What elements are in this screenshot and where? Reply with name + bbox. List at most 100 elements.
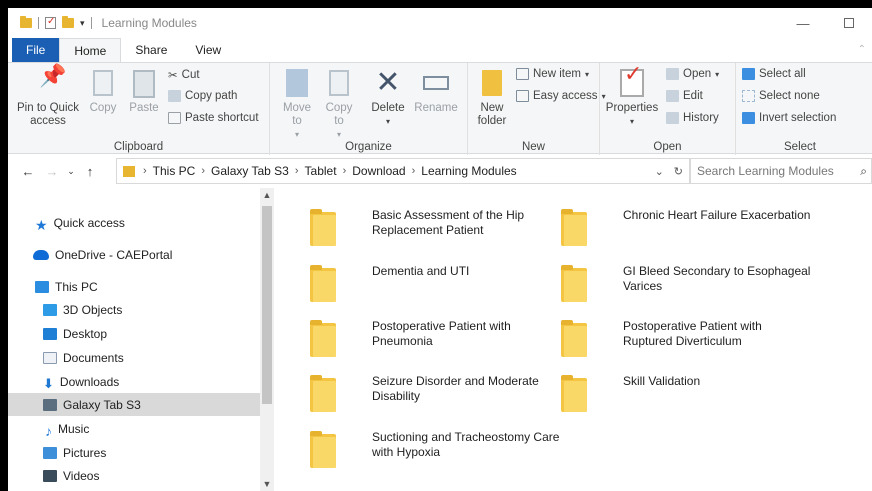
paste-button[interactable]: Paste <box>126 67 162 115</box>
history-button[interactable]: History <box>666 112 719 124</box>
expand-ribbon-icon[interactable]: ⌃ <box>858 44 866 55</box>
open-group: Properties ▾ Open ▾ Edit History Open <box>600 63 736 155</box>
tab-file[interactable]: File <box>12 38 60 62</box>
sidebar-item-onedrive[interactable]: OneDrive - CAEPortal <box>8 243 260 266</box>
back-button[interactable]: ← <box>16 164 40 179</box>
search-box[interactable]: Search Learning Modules ⌕ <box>690 158 872 184</box>
address-history-icon[interactable]: ⌄ <box>655 165 664 178</box>
select-group: Select all Select none Invert selection … <box>736 63 864 155</box>
forward-button[interactable]: → <box>40 164 64 179</box>
sidebar-item-desktop[interactable]: Desktop <box>8 322 260 345</box>
breadcrumb-this-pc[interactable]: This PC <box>153 164 196 178</box>
customize-toolbar-icon[interactable]: ▾ <box>80 18 85 29</box>
sidebar-item-galaxy-tab[interactable]: Galaxy Tab S3 <box>8 393 260 416</box>
scrollbar-thumb[interactable] <box>262 206 272 404</box>
folder-item[interactable]: Postoperative Patient with Ruptured Dive… <box>561 317 811 367</box>
copy-path-button[interactable]: Copy path <box>168 90 237 102</box>
copy-to-button[interactable]: Copy to ▾ <box>322 67 356 141</box>
rename-icon <box>421 67 451 99</box>
copy-to-label: Copy to <box>325 102 353 127</box>
maximize-button[interactable] <box>826 8 872 38</box>
new-group: New folder New item ▾ Easy access ▾ New <box>468 63 606 155</box>
delete-button[interactable]: ✕ Delete ▾ <box>368 67 408 128</box>
sidebar-item-3d-objects[interactable]: 3D Objects <box>8 298 260 321</box>
easy-access-icon <box>516 90 529 102</box>
invert-selection-label: Invert selection <box>759 112 837 124</box>
navigation-scrollbar[interactable]: ▲ ▼ <box>260 188 274 491</box>
recent-locations-icon[interactable]: ⌄ <box>64 166 78 177</box>
breadcrumb-galaxy-tab[interactable]: Galaxy Tab S3 <box>211 164 289 178</box>
new-item-button[interactable]: New item ▾ <box>516 68 589 80</box>
folder-item[interactable]: Basic Assessment of the Hip Replacement … <box>310 206 560 256</box>
folder-icon <box>310 431 336 468</box>
properties-button[interactable]: Properties ▾ <box>604 67 660 128</box>
folder-icon <box>20 16 32 28</box>
sidebar-item-quick-access[interactable]: ★ Quick access <box>8 211 260 234</box>
documents-icon <box>43 351 57 364</box>
pin-icon: 📌 <box>39 63 67 88</box>
search-placeholder: Search Learning Modules <box>697 164 834 178</box>
select-all-icon <box>742 68 755 80</box>
rename-button[interactable]: Rename <box>414 67 458 115</box>
chevron-down-icon: ▾ <box>294 130 299 139</box>
folder-item[interactable]: Chronic Heart Failure Exacerbation <box>561 206 811 256</box>
folder-item[interactable]: GI Bleed Secondary to Esophageal Varices <box>561 262 811 312</box>
new-folder-icon[interactable] <box>62 16 74 28</box>
sidebar-item-documents[interactable]: Documents <box>8 346 260 369</box>
scroll-up-icon[interactable]: ▲ <box>260 190 274 200</box>
select-all-button[interactable]: Select all <box>742 68 806 80</box>
folder-name: Dementia and UTI <box>372 264 470 278</box>
cut-button[interactable]: ✂ Cut <box>168 68 200 82</box>
rename-label: Rename <box>414 102 458 114</box>
breadcrumb-tablet[interactable]: Tablet <box>305 164 337 178</box>
download-icon: ⬇ <box>43 375 54 391</box>
up-button[interactable]: ↑ <box>78 164 102 179</box>
pin-to-quick-access-button[interactable]: 📌 Pin to Quick access <box>14 63 82 128</box>
copy-label: Copy <box>89 102 117 114</box>
open-button[interactable]: Open ▾ <box>666 68 719 80</box>
invert-selection-button[interactable]: Invert selection <box>742 112 836 124</box>
search-icon[interactable]: ⌕ <box>860 164 867 179</box>
folder-item[interactable]: Seizure Disorder and Moderate Disability <box>310 372 560 422</box>
edit-icon <box>666 90 679 102</box>
breadcrumb-download[interactable]: Download <box>352 164 405 178</box>
folder-item[interactable]: Suctioning and Tracheostomy Care with Hy… <box>310 428 560 478</box>
tab-share[interactable]: Share <box>121 38 181 62</box>
easy-access-button[interactable]: Easy access ▾ <box>516 90 606 102</box>
sidebar-item-videos[interactable]: Videos <box>8 464 260 487</box>
navigation-bar: ← → ⌄ ↑ › This PC › Galaxy Tab S3 › Tabl… <box>8 158 872 184</box>
edit-button[interactable]: Edit <box>666 90 703 102</box>
move-to-button[interactable]: Move to ▾ <box>280 67 314 141</box>
folder-item[interactable]: Postoperative Patient with Pneumonia <box>310 317 560 367</box>
properties-label: Properties <box>605 102 659 114</box>
scroll-down-icon[interactable]: ▼ <box>260 479 274 489</box>
folder-item[interactable]: Skill Validation <box>561 372 811 422</box>
new-folder-label: New folder <box>477 102 507 127</box>
properties-icon[interactable] <box>45 16 56 29</box>
window-controls: — <box>780 8 872 38</box>
tab-home[interactable]: Home <box>59 38 122 62</box>
select-none-button[interactable]: Select none <box>742 90 820 102</box>
sidebar-item-this-pc[interactable]: This PC <box>8 275 260 298</box>
folder-icon <box>561 320 587 357</box>
chevron-right-icon: › <box>201 165 206 177</box>
chevron-down-icon: ▾ <box>715 69 720 79</box>
refresh-icon[interactable]: ↻ <box>674 165 683 178</box>
breadcrumb-learning-modules[interactable]: Learning Modules <box>421 164 516 178</box>
paste-shortcut-button[interactable]: Paste shortcut <box>168 112 259 124</box>
sidebar-item-music[interactable]: ♪ Music <box>8 417 260 440</box>
folder-name: Seizure Disorder and Moderate Disability <box>372 374 539 403</box>
folder-name: Skill Validation <box>623 374 701 388</box>
sidebar-item-pictures[interactable]: Pictures <box>8 441 260 464</box>
folder-item[interactable]: Dementia and UTI <box>310 262 560 312</box>
organize-group-label: Organize <box>345 141 392 153</box>
new-folder-button[interactable]: New folder <box>472 67 512 128</box>
copy-button[interactable]: Copy <box>86 67 120 115</box>
sidebar-item-label: 3D Objects <box>63 302 123 317</box>
file-explorer-window: ▾ Learning Modules — File Home Share Vie… <box>8 8 872 491</box>
sidebar-item-downloads[interactable]: ⬇ Downloads <box>8 370 260 393</box>
chevron-down-icon: ▾ <box>629 117 634 126</box>
tab-view[interactable]: View <box>181 38 235 62</box>
address-bar[interactable]: › This PC › Galaxy Tab S3 › Tablet › Dow… <box>116 158 690 184</box>
minimize-button[interactable]: — <box>780 8 826 38</box>
